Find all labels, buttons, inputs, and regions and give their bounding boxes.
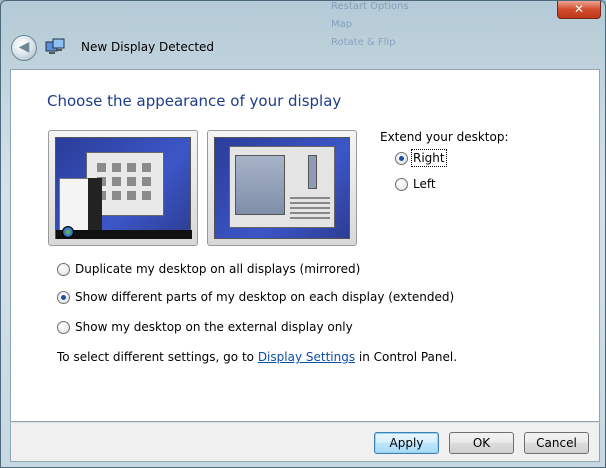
info-suffix: in Control Panel. xyxy=(355,350,458,364)
mode-external-only-radio[interactable] xyxy=(57,320,70,334)
start-orb-icon xyxy=(62,226,74,238)
mode-external-only-option[interactable]: Show my desktop on the external display … xyxy=(57,320,353,334)
secondary-monitor-preview xyxy=(207,130,357,246)
background-menu-item: Restart Options xyxy=(331,1,409,12)
extend-left-option[interactable]: Left xyxy=(395,177,436,191)
mode-extended-label: Show different parts of my desktop on ea… xyxy=(75,290,455,304)
primary-desktop xyxy=(55,137,192,239)
dialog-window: Restart Options Map Rotate & Flip ✕ ◀ Ne… xyxy=(0,0,606,468)
mode-extended-option[interactable]: Show different parts of my desktop on ea… xyxy=(57,290,454,304)
close-icon: ✕ xyxy=(573,2,585,16)
close-button[interactable]: ✕ xyxy=(557,1,601,19)
icon-grid xyxy=(97,163,157,213)
start-menu-right-pane xyxy=(88,178,102,236)
page-heading: Choose the appearance of your display xyxy=(47,92,342,110)
display-settings-link[interactable]: Display Settings xyxy=(258,350,355,364)
document-image-thumbnail xyxy=(235,155,285,215)
title-bar: ◀ New Display Detected xyxy=(7,31,567,63)
back-button[interactable]: ◀ xyxy=(11,35,37,61)
extend-right-radio[interactable] xyxy=(395,151,408,165)
cancel-button[interactable]: Cancel xyxy=(524,432,589,454)
extend-right-label: Right xyxy=(411,149,447,167)
settings-info-text: To select different settings, go to Disp… xyxy=(57,350,457,364)
button-bar: Apply OK Cancel xyxy=(10,422,600,462)
document-window-thumbnail xyxy=(229,146,335,228)
info-prefix: To select different settings, go to xyxy=(57,350,258,364)
ok-button[interactable]: OK xyxy=(449,432,514,454)
apply-button[interactable]: Apply xyxy=(374,432,439,454)
extend-label: Extend your desktop: xyxy=(380,130,509,144)
mode-external-only-label: Show my desktop on the external display … xyxy=(75,320,353,334)
extend-left-label: Left xyxy=(413,177,436,191)
window-title: New Display Detected xyxy=(81,40,215,54)
taskbar-thumbnail xyxy=(56,230,192,239)
extend-left-radio[interactable] xyxy=(395,177,408,191)
mode-mirrored-radio[interactable] xyxy=(57,262,70,276)
extend-right-option[interactable]: Right xyxy=(395,149,447,167)
mode-mirrored-label: Duplicate my desktop on all displays (mi… xyxy=(75,262,361,276)
back-arrow-icon: ◀ xyxy=(18,39,30,55)
mode-mirrored-option[interactable]: Duplicate my desktop on all displays (mi… xyxy=(57,262,360,276)
display-icon xyxy=(45,38,65,54)
content-pane: Choose the appearance of your display Ex… xyxy=(10,69,600,422)
mode-extended-radio[interactable] xyxy=(57,290,70,304)
text-lines-thumbnail xyxy=(290,197,330,225)
scrollbar-thumbnail xyxy=(308,155,317,189)
secondary-desktop xyxy=(214,137,350,239)
primary-monitor-preview xyxy=(48,130,198,246)
